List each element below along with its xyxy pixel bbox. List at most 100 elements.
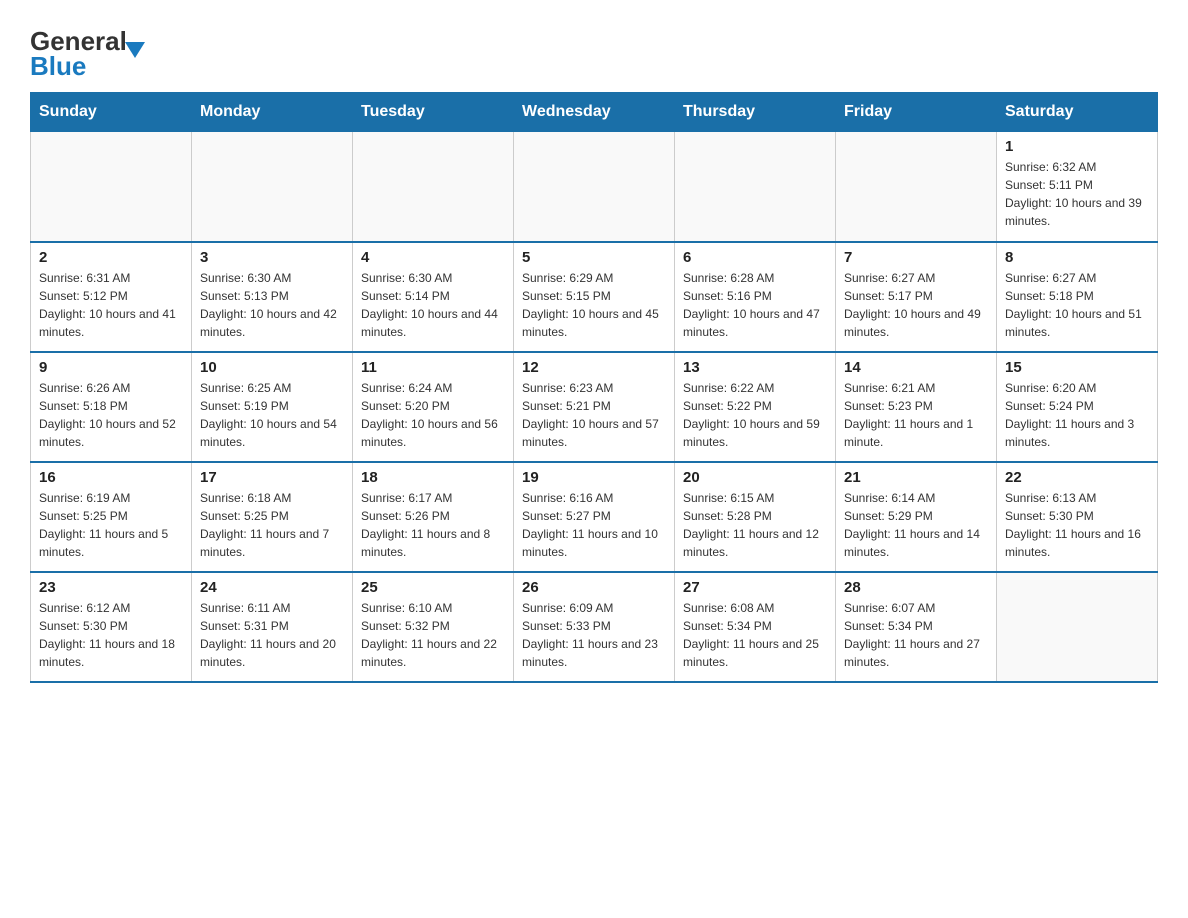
calendar-day-cell (997, 572, 1158, 682)
calendar-day-cell: 3 Sunrise: 6:30 AM Sunset: 5:13 PM Daylig… (192, 242, 353, 352)
calendar-week-row: 23 Sunrise: 6:12 AM Sunset: 5:30 PM Dayli… (31, 572, 1158, 682)
day-of-week-header: Monday (192, 93, 353, 132)
calendar-day-cell: 6 Sunrise: 6:28 AM Sunset: 5:16 PM Daylig… (675, 242, 836, 352)
day-of-week-header: Saturday (997, 93, 1158, 132)
day-info: Sunrise: 6:28 AM Sunset: 5:16 PM Dayligh… (683, 269, 827, 341)
day-of-week-header: Wednesday (514, 93, 675, 132)
calendar-day-cell: 22 Sunrise: 6:13 AM Sunset: 5:30 PM Dayli… (997, 462, 1158, 572)
calendar-day-cell: 8 Sunrise: 6:27 AM Sunset: 5:18 PM Daylig… (997, 242, 1158, 352)
days-of-week-row: SundayMondayTuesdayWednesdayThursdayFrid… (31, 93, 1158, 132)
calendar-day-cell: 27 Sunrise: 6:08 AM Sunset: 5:34 PM Dayli… (675, 572, 836, 682)
calendar-day-cell (31, 132, 192, 242)
day-info: Sunrise: 6:30 AM Sunset: 5:13 PM Dayligh… (200, 269, 344, 341)
day-info: Sunrise: 6:24 AM Sunset: 5:20 PM Dayligh… (361, 379, 505, 451)
calendar-day-cell: 11 Sunrise: 6:24 AM Sunset: 5:20 PM Dayli… (353, 352, 514, 462)
day-info: Sunrise: 6:11 AM Sunset: 5:31 PM Dayligh… (200, 599, 344, 671)
day-info: Sunrise: 6:26 AM Sunset: 5:18 PM Dayligh… (39, 379, 183, 451)
logo-svg: General Blue (30, 20, 200, 80)
day-info: Sunrise: 6:22 AM Sunset: 5:22 PM Dayligh… (683, 379, 827, 451)
day-number: 14 (844, 359, 988, 376)
day-info: Sunrise: 6:20 AM Sunset: 5:24 PM Dayligh… (1005, 379, 1149, 451)
calendar-day-cell: 9 Sunrise: 6:26 AM Sunset: 5:18 PM Daylig… (31, 352, 192, 462)
day-number: 10 (200, 359, 344, 376)
day-of-week-header: Tuesday (353, 93, 514, 132)
day-info: Sunrise: 6:23 AM Sunset: 5:21 PM Dayligh… (522, 379, 666, 451)
day-info: Sunrise: 6:25 AM Sunset: 5:19 PM Dayligh… (200, 379, 344, 451)
logo: General Blue (30, 20, 200, 80)
day-number: 1 (1005, 138, 1149, 155)
day-number: 22 (1005, 469, 1149, 486)
day-info: Sunrise: 6:21 AM Sunset: 5:23 PM Dayligh… (844, 379, 988, 451)
day-info: Sunrise: 6:18 AM Sunset: 5:25 PM Dayligh… (200, 489, 344, 561)
day-number: 12 (522, 359, 666, 376)
calendar-day-cell: 18 Sunrise: 6:17 AM Sunset: 5:26 PM Dayli… (353, 462, 514, 572)
calendar-day-cell: 2Sunrise: 6:31 AM Sunset: 5:12 PM Daylig… (31, 242, 192, 352)
day-info: Sunrise: 6:12 AM Sunset: 5:30 PM Dayligh… (39, 599, 183, 671)
calendar-day-cell: 1 Sunrise: 6:32 AM Sunset: 5:11 PM Daylig… (997, 132, 1158, 242)
day-number: 28 (844, 579, 988, 596)
day-info: Sunrise: 6:15 AM Sunset: 5:28 PM Dayligh… (683, 489, 827, 561)
day-info: Sunrise: 6:09 AM Sunset: 5:33 PM Dayligh… (522, 599, 666, 671)
day-number: 11 (361, 359, 505, 376)
day-number: 25 (361, 579, 505, 596)
day-number: 27 (683, 579, 827, 596)
day-info: Sunrise: 6:27 AM Sunset: 5:18 PM Dayligh… (1005, 269, 1149, 341)
day-info: Sunrise: 6:30 AM Sunset: 5:14 PM Dayligh… (361, 269, 505, 341)
calendar-day-cell: 4 Sunrise: 6:30 AM Sunset: 5:14 PM Daylig… (353, 242, 514, 352)
calendar-day-cell (836, 132, 997, 242)
day-number: 5 (522, 249, 666, 266)
day-info: Sunrise: 6:10 AM Sunset: 5:32 PM Dayligh… (361, 599, 505, 671)
day-number: 23 (39, 579, 183, 596)
day-number: 17 (200, 469, 344, 486)
day-number: 4 (361, 249, 505, 266)
calendar-day-cell: 12 Sunrise: 6:23 AM Sunset: 5:21 PM Dayli… (514, 352, 675, 462)
calendar-week-row: 1 Sunrise: 6:32 AM Sunset: 5:11 PM Daylig… (31, 132, 1158, 242)
day-number: 9 (39, 359, 183, 376)
calendar-day-cell: 17 Sunrise: 6:18 AM Sunset: 5:25 PM Dayli… (192, 462, 353, 572)
calendar-day-cell: 24 Sunrise: 6:11 AM Sunset: 5:31 PM Dayli… (192, 572, 353, 682)
calendar-day-cell: 25 Sunrise: 6:10 AM Sunset: 5:32 PM Dayli… (353, 572, 514, 682)
calendar-day-cell: 23 Sunrise: 6:12 AM Sunset: 5:30 PM Dayli… (31, 572, 192, 682)
day-number: 6 (683, 249, 827, 266)
day-number: 2 (39, 249, 183, 266)
day-number: 24 (200, 579, 344, 596)
svg-text:Blue: Blue (30, 51, 86, 80)
calendar-day-cell: 19 Sunrise: 6:16 AM Sunset: 5:27 PM Dayli… (514, 462, 675, 572)
calendar-day-cell: 10 Sunrise: 6:25 AM Sunset: 5:19 PM Dayli… (192, 352, 353, 462)
day-of-week-header: Sunday (31, 93, 192, 132)
day-info: Sunrise: 6:16 AM Sunset: 5:27 PM Dayligh… (522, 489, 666, 561)
calendar-day-cell: 26 Sunrise: 6:09 AM Sunset: 5:33 PM Dayli… (514, 572, 675, 682)
day-number: 8 (1005, 249, 1149, 266)
day-number: 18 (361, 469, 505, 486)
calendar-day-cell: 15 Sunrise: 6:20 AM Sunset: 5:24 PM Dayli… (997, 352, 1158, 462)
calendar-day-cell: 5 Sunrise: 6:29 AM Sunset: 5:15 PM Daylig… (514, 242, 675, 352)
day-of-week-header: Thursday (675, 93, 836, 132)
day-number: 26 (522, 579, 666, 596)
day-info: Sunrise: 6:17 AM Sunset: 5:26 PM Dayligh… (361, 489, 505, 561)
calendar-day-cell (192, 132, 353, 242)
day-number: 3 (200, 249, 344, 266)
calendar-header: SundayMondayTuesdayWednesdayThursdayFrid… (31, 93, 1158, 132)
day-number: 16 (39, 469, 183, 486)
calendar-day-cell: 20 Sunrise: 6:15 AM Sunset: 5:28 PM Dayli… (675, 462, 836, 572)
day-number: 21 (844, 469, 988, 486)
day-number: 20 (683, 469, 827, 486)
day-info: Sunrise: 6:29 AM Sunset: 5:15 PM Dayligh… (522, 269, 666, 341)
calendar-day-cell: 7Sunrise: 6:27 AM Sunset: 5:17 PM Daylig… (836, 242, 997, 352)
day-number: 13 (683, 359, 827, 376)
day-info: Sunrise: 6:13 AM Sunset: 5:30 PM Dayligh… (1005, 489, 1149, 561)
calendar-week-row: 9 Sunrise: 6:26 AM Sunset: 5:18 PM Daylig… (31, 352, 1158, 462)
calendar-day-cell: 16Sunrise: 6:19 AM Sunset: 5:25 PM Dayli… (31, 462, 192, 572)
day-number: 15 (1005, 359, 1149, 376)
day-info: Sunrise: 6:07 AM Sunset: 5:34 PM Dayligh… (844, 599, 988, 671)
day-info: Sunrise: 6:32 AM Sunset: 5:11 PM Dayligh… (1005, 158, 1149, 230)
calendar-day-cell: 13 Sunrise: 6:22 AM Sunset: 5:22 PM Dayli… (675, 352, 836, 462)
calendar-day-cell: 21Sunrise: 6:14 AM Sunset: 5:29 PM Dayli… (836, 462, 997, 572)
calendar-table: SundayMondayTuesdayWednesdayThursdayFrid… (30, 92, 1158, 683)
day-number: 7 (844, 249, 988, 266)
calendar-day-cell (353, 132, 514, 242)
day-of-week-header: Friday (836, 93, 997, 132)
day-info: Sunrise: 6:08 AM Sunset: 5:34 PM Dayligh… (683, 599, 827, 671)
calendar-day-cell (675, 132, 836, 242)
day-number: 19 (522, 469, 666, 486)
